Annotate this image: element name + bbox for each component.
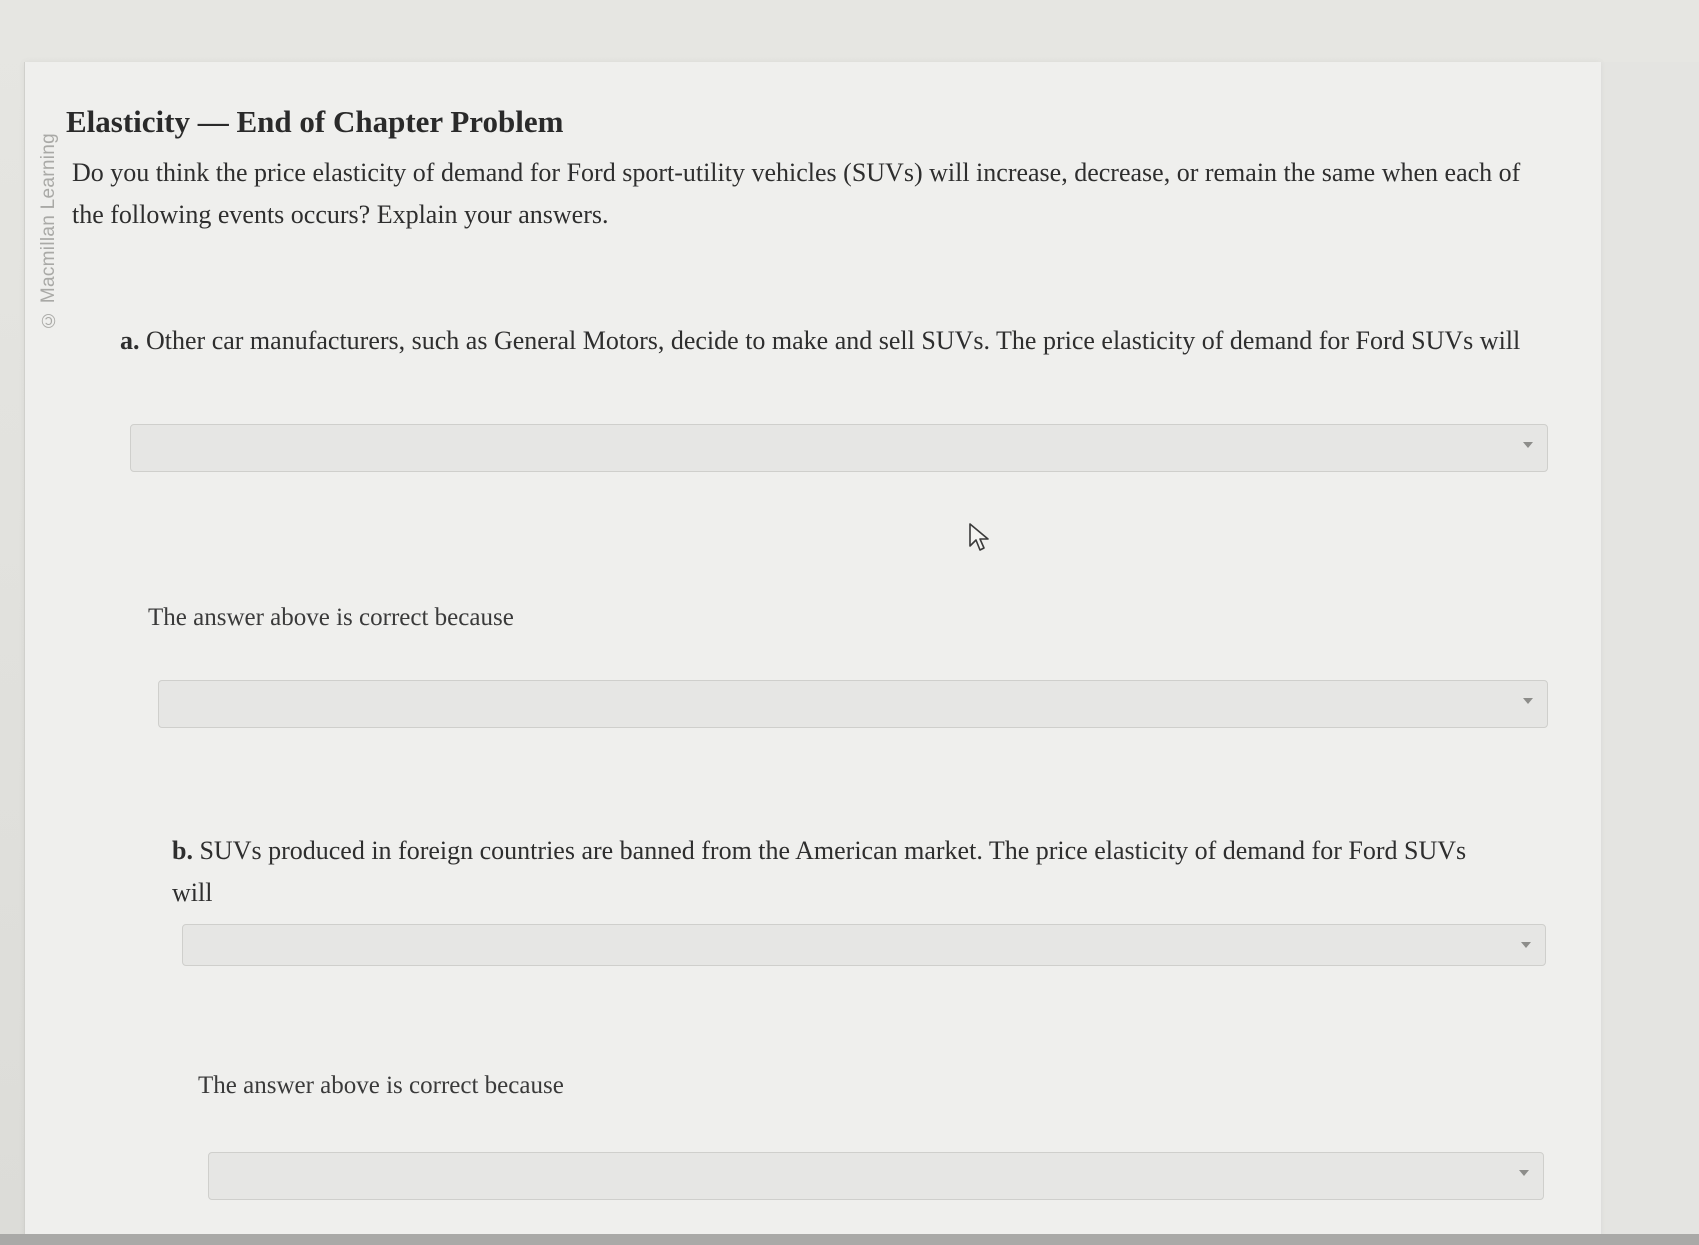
problem-intro: Do you think the price elasticity of dem… — [72, 158, 1521, 229]
question-b-text: SUVs produced in foreign countries are b… — [172, 836, 1467, 907]
question-b: b. SUVs produced in foreign countries ar… — [172, 830, 1502, 914]
question-a-answer-dropdown[interactable] — [130, 424, 1548, 472]
chevron-down-icon — [1519, 1170, 1529, 1176]
question-b-letter: b. — [172, 836, 193, 865]
question-a-because-label: The answer above is correct because — [148, 604, 514, 631]
chevron-down-icon — [1523, 698, 1533, 704]
chevron-down-icon — [1523, 442, 1533, 448]
question-b-because-label: The answer above is correct because — [198, 1072, 564, 1099]
screen: © Macmillan Learning Elasticity — End of… — [0, 0, 1699, 1245]
question-a: a. Other car manufacturers, such as Gene… — [120, 320, 1550, 362]
question-b-answer-dropdown[interactable] — [182, 924, 1546, 966]
question-a-text: Other car manufacturers, such as General… — [139, 326, 1521, 355]
question-b-because-dropdown[interactable] — [208, 1152, 1544, 1200]
bottom-bar — [0, 1234, 1699, 1245]
problem-card — [24, 62, 1601, 1245]
question-a-letter: a. — [120, 326, 140, 355]
copyright-watermark: © Macmillan Learning — [38, 132, 59, 330]
question-a-because-dropdown[interactable] — [158, 680, 1548, 728]
chevron-down-icon — [1521, 942, 1531, 948]
mouse-pointer-icon — [969, 523, 989, 551]
page-title: Elasticity — End of Chapter Problem — [66, 104, 564, 139]
background-edge — [1600, 62, 1699, 1245]
